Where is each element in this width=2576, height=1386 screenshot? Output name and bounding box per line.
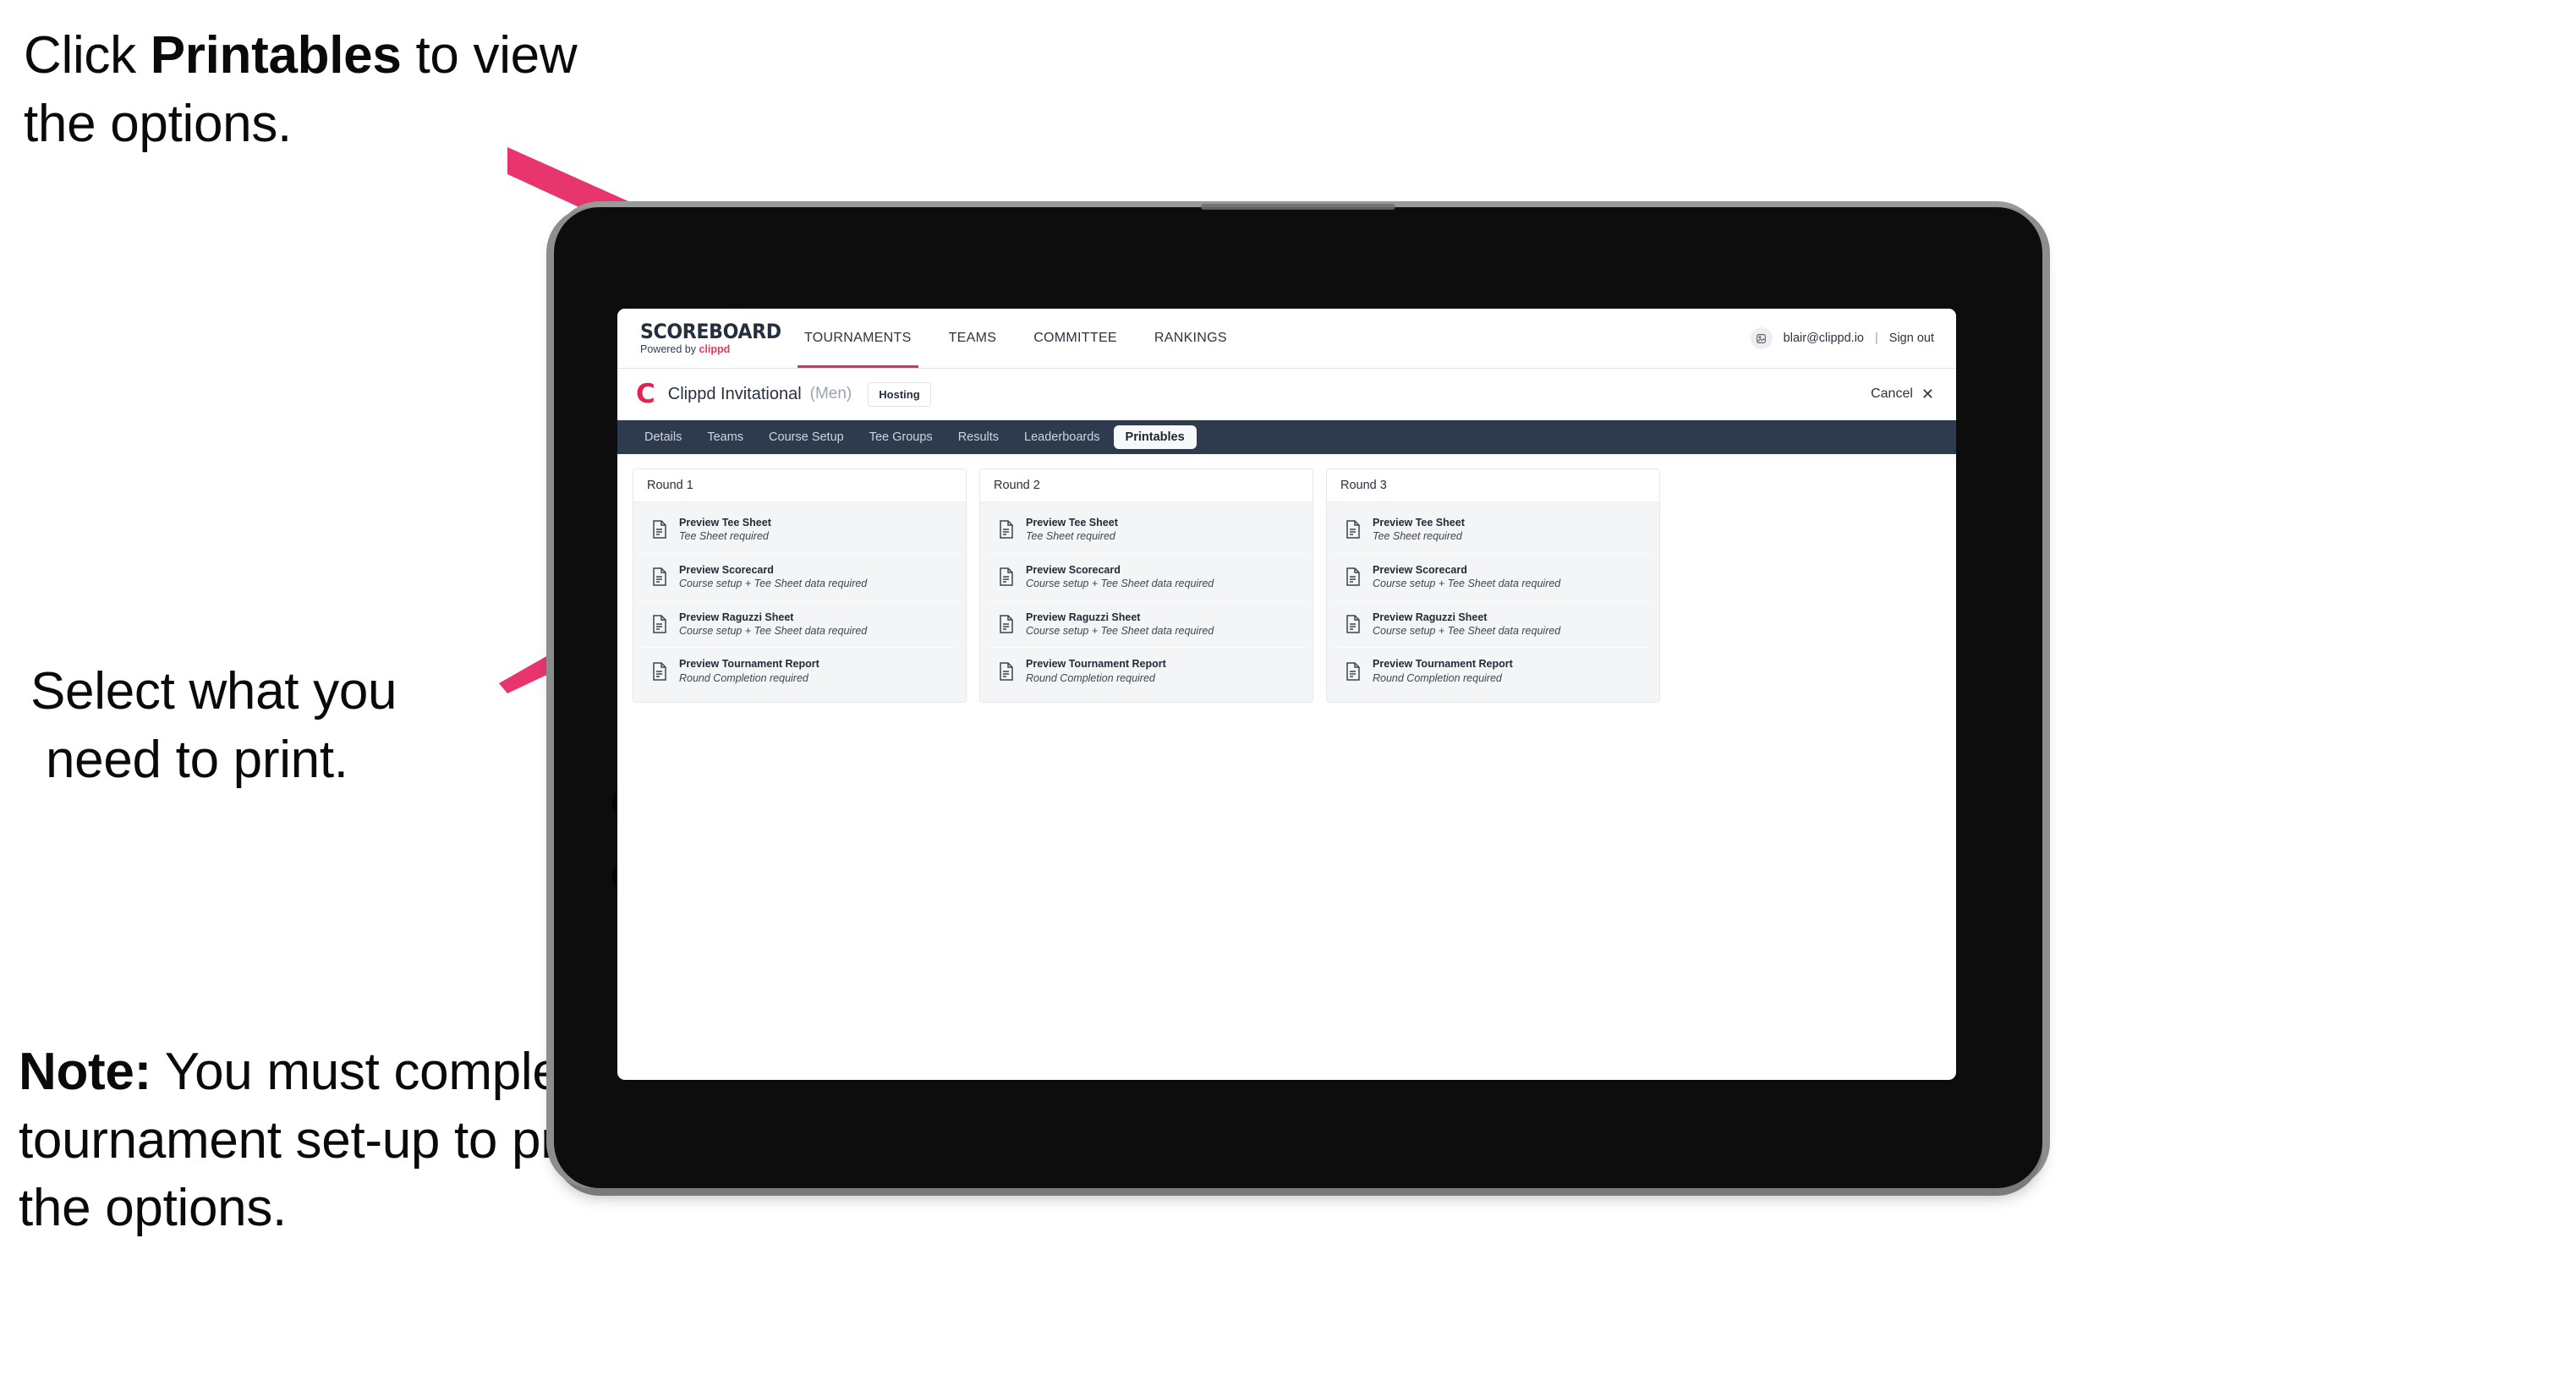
document-icon: [1344, 567, 1362, 587]
app-top-bar: SCOREBOARD Powered by clippd TOURNAMENTS…: [617, 309, 1956, 369]
annotation-click-pre: Click: [24, 26, 151, 85]
document-icon: [997, 661, 1016, 682]
tab-leaderboards[interactable]: Leaderboards: [1012, 425, 1112, 449]
printable-subtitle: Round Completion required: [679, 671, 808, 684]
brand-powered-prefix: Powered by: [640, 343, 699, 356]
primary-navigation: TOURNAMENTS TEAMS COMMITTEE RANKINGS: [786, 309, 1246, 368]
annotation-click-bold: Printables: [150, 26, 402, 85]
printable-subtitle: Course setup + Tee Sheet data required: [1026, 578, 1214, 590]
round-items-list: Preview Tee Sheet Tee Sheet required Prev…: [1327, 502, 1659, 702]
printable-title: Preview Scorecard: [1026, 563, 1121, 576]
tab-tee-groups[interactable]: Tee Groups: [858, 425, 945, 449]
printable-title: Preview Raguzzi Sheet: [679, 611, 794, 623]
close-icon: ✕: [1921, 386, 1934, 403]
round-title: Round 3: [1327, 469, 1659, 502]
printable-subtitle: Course setup + Tee Sheet data required: [679, 624, 868, 637]
document-icon: [650, 661, 669, 682]
speaker-grille: [1201, 204, 1395, 210]
brand-subtitle: Powered by clippd: [640, 344, 767, 355]
printable-title: Preview Tee Sheet: [1373, 517, 1465, 529]
nav-item-committee[interactable]: COMMITTEE: [1015, 309, 1136, 368]
document-icon: [650, 567, 669, 587]
cancel-label: Cancel: [1871, 386, 1913, 401]
printable-item-scorecard[interactable]: Preview Scorecard Course setup + Tee Shee…: [987, 553, 1306, 601]
printable-title: Preview Raguzzi Sheet: [1373, 611, 1488, 623]
document-icon: [650, 614, 669, 634]
document-icon: [1344, 519, 1362, 540]
clippd-logo-icon: C: [636, 378, 655, 409]
round-column-1: Round 1 Preview Tee Sheet Tee Sheet requi…: [633, 468, 967, 703]
tab-details[interactable]: Details: [633, 425, 693, 449]
printable-title: Preview Tee Sheet: [1026, 517, 1118, 529]
nav-item-rankings[interactable]: RANKINGS: [1136, 309, 1246, 368]
printable-item-raguzzi-sheet[interactable]: Preview Raguzzi Sheet Course setup + Tee …: [987, 600, 1306, 649]
cancel-button[interactable]: Cancel ✕: [1871, 386, 1934, 402]
document-icon: [997, 614, 1016, 634]
brand-title: SCOREBOARD: [640, 320, 781, 344]
annotation-select-print: Select what you need to print.: [30, 658, 555, 794]
annotation-note-bold: Note:: [19, 1043, 151, 1101]
printable-item-tee-sheet[interactable]: Preview Tee Sheet Tee Sheet required: [640, 507, 959, 554]
printable-item-tournament-report[interactable]: Preview Tournament Report Round Completio…: [640, 648, 959, 694]
round-column-2: Round 2 Preview Tee Sheet Tee Sheet requi…: [979, 468, 1313, 703]
printable-subtitle: Course setup + Tee Sheet data required: [1373, 624, 1561, 637]
user-email-label: blair@clippd.io: [1783, 331, 1864, 345]
tablet-screen: SCOREBOARD Powered by clippd TOURNAMENTS…: [617, 309, 1956, 1080]
printable-subtitle: Tee Sheet required: [679, 530, 769, 543]
printable-title: Preview Scorecard: [1373, 563, 1467, 576]
account-area: blair@clippd.io | Sign out: [1750, 327, 1956, 349]
printable-title: Preview Tee Sheet: [679, 517, 771, 529]
printable-item-tee-sheet[interactable]: Preview Tee Sheet Tee Sheet required: [1334, 507, 1652, 554]
printable-item-raguzzi-sheet[interactable]: Preview Raguzzi Sheet Course setup + Tee …: [640, 600, 959, 649]
annotation-select-line1: Select what you: [30, 662, 397, 720]
printable-item-tee-sheet[interactable]: Preview Tee Sheet Tee Sheet required: [987, 507, 1306, 554]
round-column-3: Round 3 Preview Tee Sheet Tee Sheet requi…: [1326, 468, 1660, 703]
tournament-gender: (Men): [809, 385, 852, 403]
annotation-click-printables: Click Printables to view the options.: [24, 22, 582, 158]
printables-content: Round 1 Preview Tee Sheet Tee Sheet requi…: [617, 454, 1956, 717]
printable-title: Preview Tournament Report: [679, 658, 819, 671]
document-icon: [1344, 661, 1362, 682]
printable-item-scorecard[interactable]: Preview Scorecard Course setup + Tee Shee…: [640, 553, 959, 601]
printable-title: Preview Raguzzi Sheet: [1026, 611, 1141, 623]
round-title: Round 1: [633, 469, 966, 502]
tab-teams[interactable]: Teams: [695, 425, 755, 449]
brand-logo[interactable]: SCOREBOARD Powered by clippd: [617, 320, 781, 355]
printable-item-tournament-report[interactable]: Preview Tournament Report Round Completio…: [987, 648, 1306, 694]
nav-item-teams[interactable]: TEAMS: [930, 309, 1016, 368]
printable-title: Preview Tournament Report: [1373, 658, 1513, 671]
nav-item-tournaments[interactable]: TOURNAMENTS: [786, 309, 930, 368]
printable-subtitle: Course setup + Tee Sheet data required: [1026, 624, 1214, 637]
printable-item-tournament-report[interactable]: Preview Tournament Report Round Completio…: [1334, 648, 1652, 694]
printable-subtitle: Course setup + Tee Sheet data required: [679, 578, 868, 590]
printable-subtitle: Round Completion required: [1026, 671, 1155, 684]
document-icon: [997, 567, 1016, 587]
document-icon: [997, 519, 1016, 540]
printable-subtitle: Course setup + Tee Sheet data required: [1373, 578, 1561, 590]
document-icon: [650, 519, 669, 540]
printable-title: Preview Tournament Report: [1026, 658, 1166, 671]
section-tab-strip: Details Teams Course Setup Tee Groups Re…: [617, 420, 1956, 454]
printable-subtitle: Tee Sheet required: [1026, 530, 1115, 543]
account-separator: |: [1875, 331, 1878, 345]
annotation-select-line2: need to print.: [46, 730, 348, 789]
round-items-list: Preview Tee Sheet Tee Sheet required Prev…: [980, 502, 1313, 702]
printable-subtitle: Tee Sheet required: [1373, 530, 1462, 543]
tournament-header-bar: C Clippd Invitational (Men) Hosting Canc…: [617, 369, 1956, 420]
round-title: Round 2: [980, 469, 1313, 502]
tab-printables[interactable]: Printables: [1113, 425, 1197, 449]
tournament-name: Clippd Invitational: [667, 384, 802, 403]
document-icon: [1344, 614, 1362, 634]
tab-results[interactable]: Results: [946, 425, 1011, 449]
brand-powered-name: clippd: [699, 343, 731, 356]
printable-item-scorecard[interactable]: Preview Scorecard Course setup + Tee Shee…: [1334, 553, 1652, 601]
round-items-list: Preview Tee Sheet Tee Sheet required Prev…: [633, 502, 966, 702]
sign-out-link[interactable]: Sign out: [1889, 331, 1934, 345]
printable-item-raguzzi-sheet[interactable]: Preview Raguzzi Sheet Course setup + Tee …: [1334, 600, 1652, 649]
status-badge: Hosting: [868, 381, 931, 407]
printable-subtitle: Round Completion required: [1373, 671, 1502, 684]
printable-title: Preview Scorecard: [679, 563, 774, 576]
user-avatar-icon[interactable]: [1750, 327, 1773, 349]
tab-course-setup[interactable]: Course Setup: [757, 425, 856, 449]
